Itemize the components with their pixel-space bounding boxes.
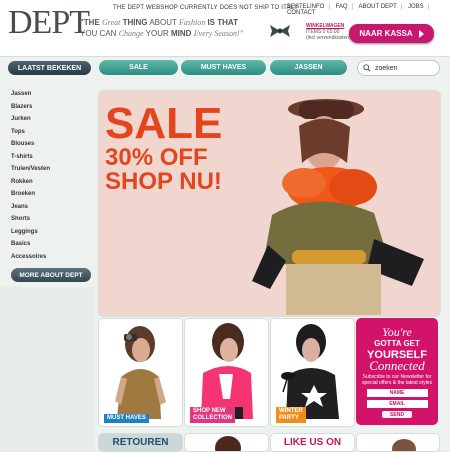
- sidebar-item-tops[interactable]: Tops: [11, 129, 93, 142]
- quote-word: YOU CAN: [80, 29, 117, 38]
- newsletter-title-1: You're: [382, 325, 412, 339]
- sale-line-3: SHOP NU!: [105, 168, 222, 195]
- about-dept-link[interactable]: ABOUT DEPT: [359, 4, 397, 10]
- must-haves-tile[interactable]: MUST HAVES: [98, 318, 183, 427]
- sidebar-item-basics[interactable]: Basics: [11, 241, 93, 254]
- cart-shipping: (incl verzendkosten): [306, 35, 351, 41]
- quote-word: ABOUT: [149, 18, 177, 27]
- returns-tile[interactable]: RETOUREN: [98, 433, 183, 452]
- new-collection-tile[interactable]: SHOP NEW COLLECTION: [184, 318, 269, 427]
- social-tile[interactable]: LIKE US ON: [270, 433, 355, 452]
- new-collection-label: SHOP NEW COLLECTION: [190, 407, 235, 423]
- search-icon: [363, 64, 371, 72]
- name-field[interactable]: NAME: [366, 389, 428, 397]
- quote-word: Fashion: [178, 18, 206, 27]
- sidebar-item-blouses[interactable]: Blouses: [11, 141, 93, 154]
- newsletter-signup: You're GOTTA GET YOURSELF Connected Subs…: [356, 318, 438, 425]
- sidebar-item-jurken[interactable]: Jurken: [11, 116, 93, 129]
- returns-label: RETOUREN: [112, 437, 169, 448]
- must-haves-label: MUST HAVES: [104, 414, 149, 423]
- quote-word: THING: [122, 18, 148, 27]
- send-button[interactable]: SEND: [382, 411, 412, 418]
- quote-word: Every Season!": [193, 29, 244, 38]
- search-value: zoeken: [375, 64, 398, 72]
- label-line: WINTER: [279, 408, 303, 414]
- quote-word: IS THAT: [207, 18, 238, 27]
- sidebar-item-shorts[interactable]: Shorts: [11, 216, 93, 229]
- sidebar-item-tshirts[interactable]: T-shirts: [11, 154, 93, 167]
- search-input[interactable]: zoeken: [357, 60, 440, 76]
- quote-line-1: "THE Great THING ABOUT Fashion IS THAT: [80, 17, 270, 28]
- checkout-label: NAAR KASSA: [359, 29, 413, 38]
- fashion-quote: "THE Great THING ABOUT Fashion IS THAT Y…: [80, 17, 270, 39]
- bottom-promos: RETOUREN LIKE US ON: [98, 433, 440, 452]
- bow-icon: [270, 25, 290, 37]
- like-us-label: LIKE US ON: [283, 437, 342, 448]
- winter-party-label: WINTER PARTY: [276, 407, 306, 423]
- quote-word: YOUR: [145, 29, 169, 38]
- page: DEPT THE DEPT WEBSHOP CURRENTLY DOES NOT…: [0, 0, 450, 452]
- more-about-dept-button[interactable]: MORE ABOUT DEPT: [11, 268, 91, 282]
- cart-summary[interactable]: WINKELWAGEN ITEMS 0 €0.00 (incl verzendk…: [306, 23, 351, 41]
- separator: |: [328, 4, 330, 10]
- header: DEPT THE DEPT WEBSHOP CURRENTLY DOES NOT…: [0, 0, 450, 57]
- hero-model-image: [252, 99, 424, 315]
- sidebar-item-leggings[interactable]: Leggings: [11, 229, 93, 242]
- tab-must-haves[interactable]: MUST HAVES: [181, 60, 266, 75]
- model-preview-image: [215, 436, 241, 451]
- jobs-link[interactable]: JOBS: [408, 4, 424, 10]
- sidebar-item-jeans[interactable]: Jeans: [11, 204, 93, 217]
- quote-word: MIND: [171, 29, 192, 38]
- promo-grid: MUST HAVES SHOP NEW COLLECTION WINTER PA…: [98, 318, 439, 427]
- quote-word: "THE: [80, 18, 100, 27]
- shipping-notice: THE DEPT WEBSHOP CURRENTLY DOES NOT SHIP…: [113, 5, 299, 11]
- separator: |: [351, 4, 354, 10]
- faq-link[interactable]: FAQ: [336, 4, 348, 10]
- sidebar-item-blazers[interactable]: Blazers: [11, 104, 93, 117]
- separator: |: [427, 4, 430, 10]
- quote-word: Change: [118, 29, 144, 38]
- arrow-right-icon: [418, 29, 424, 38]
- recently-viewed-tab[interactable]: LAATST BEKEKEN: [8, 61, 91, 75]
- tab-sale[interactable]: SALE: [99, 60, 178, 75]
- dept-logo[interactable]: DEPT: [8, 6, 90, 40]
- category-sidebar: Jassen Blazers Jurken Tops Blouses T-shi…: [11, 91, 93, 266]
- tab-jassen[interactable]: JASSEN: [270, 60, 347, 75]
- sidebar-item-broeken[interactable]: Broeken: [11, 191, 93, 204]
- top-links: BESTELINFO | FAQ | ABOUT DEPT | JOBS | CONTA…: [287, 4, 450, 16]
- email-field[interactable]: EMAIL: [366, 400, 428, 408]
- sidebar-item-truien-vesten[interactable]: Truien/Vesten: [11, 166, 93, 179]
- extra-tile-image: [392, 439, 416, 451]
- sidebar-item-jassen[interactable]: Jassen: [11, 91, 93, 104]
- separator: |: [400, 4, 403, 10]
- quote-word: Great: [102, 18, 121, 27]
- model-preview-tile[interactable]: [184, 433, 269, 452]
- newsletter-title-4: Connected: [369, 358, 425, 373]
- quote-line-2: YOU CAN Change YOUR MIND Every Season!": [80, 28, 270, 39]
- newsletter-description: Subscribe to our Newsletter for special …: [362, 374, 432, 386]
- winter-party-tile[interactable]: WINTER PARTY: [270, 318, 355, 427]
- sale-headline: SALE 30% OFF SHOP NU!: [105, 102, 222, 194]
- newsletter-title-2: GOTTA GET: [374, 339, 420, 348]
- sale-line-2: 30% OFF: [105, 144, 208, 171]
- sidebar-background: [0, 287, 94, 450]
- label-line: PARTY: [279, 415, 299, 421]
- label-line: SHOP NEW: [193, 408, 226, 414]
- contact-link[interactable]: CONTACT: [287, 10, 316, 16]
- sale-banner[interactable]: SALE 30% OFF SHOP NU!: [98, 90, 441, 317]
- checkout-button[interactable]: NAAR KASSA: [349, 24, 434, 43]
- must-haves-image: [99, 319, 182, 426]
- sidebar-item-accessoires[interactable]: Accessoires: [11, 254, 93, 267]
- label-line: COLLECTION: [193, 415, 232, 421]
- extra-tile[interactable]: [356, 433, 440, 452]
- sidebar-item-rokken[interactable]: Rokken: [11, 179, 93, 192]
- sale-line-1: SALE: [105, 99, 223, 148]
